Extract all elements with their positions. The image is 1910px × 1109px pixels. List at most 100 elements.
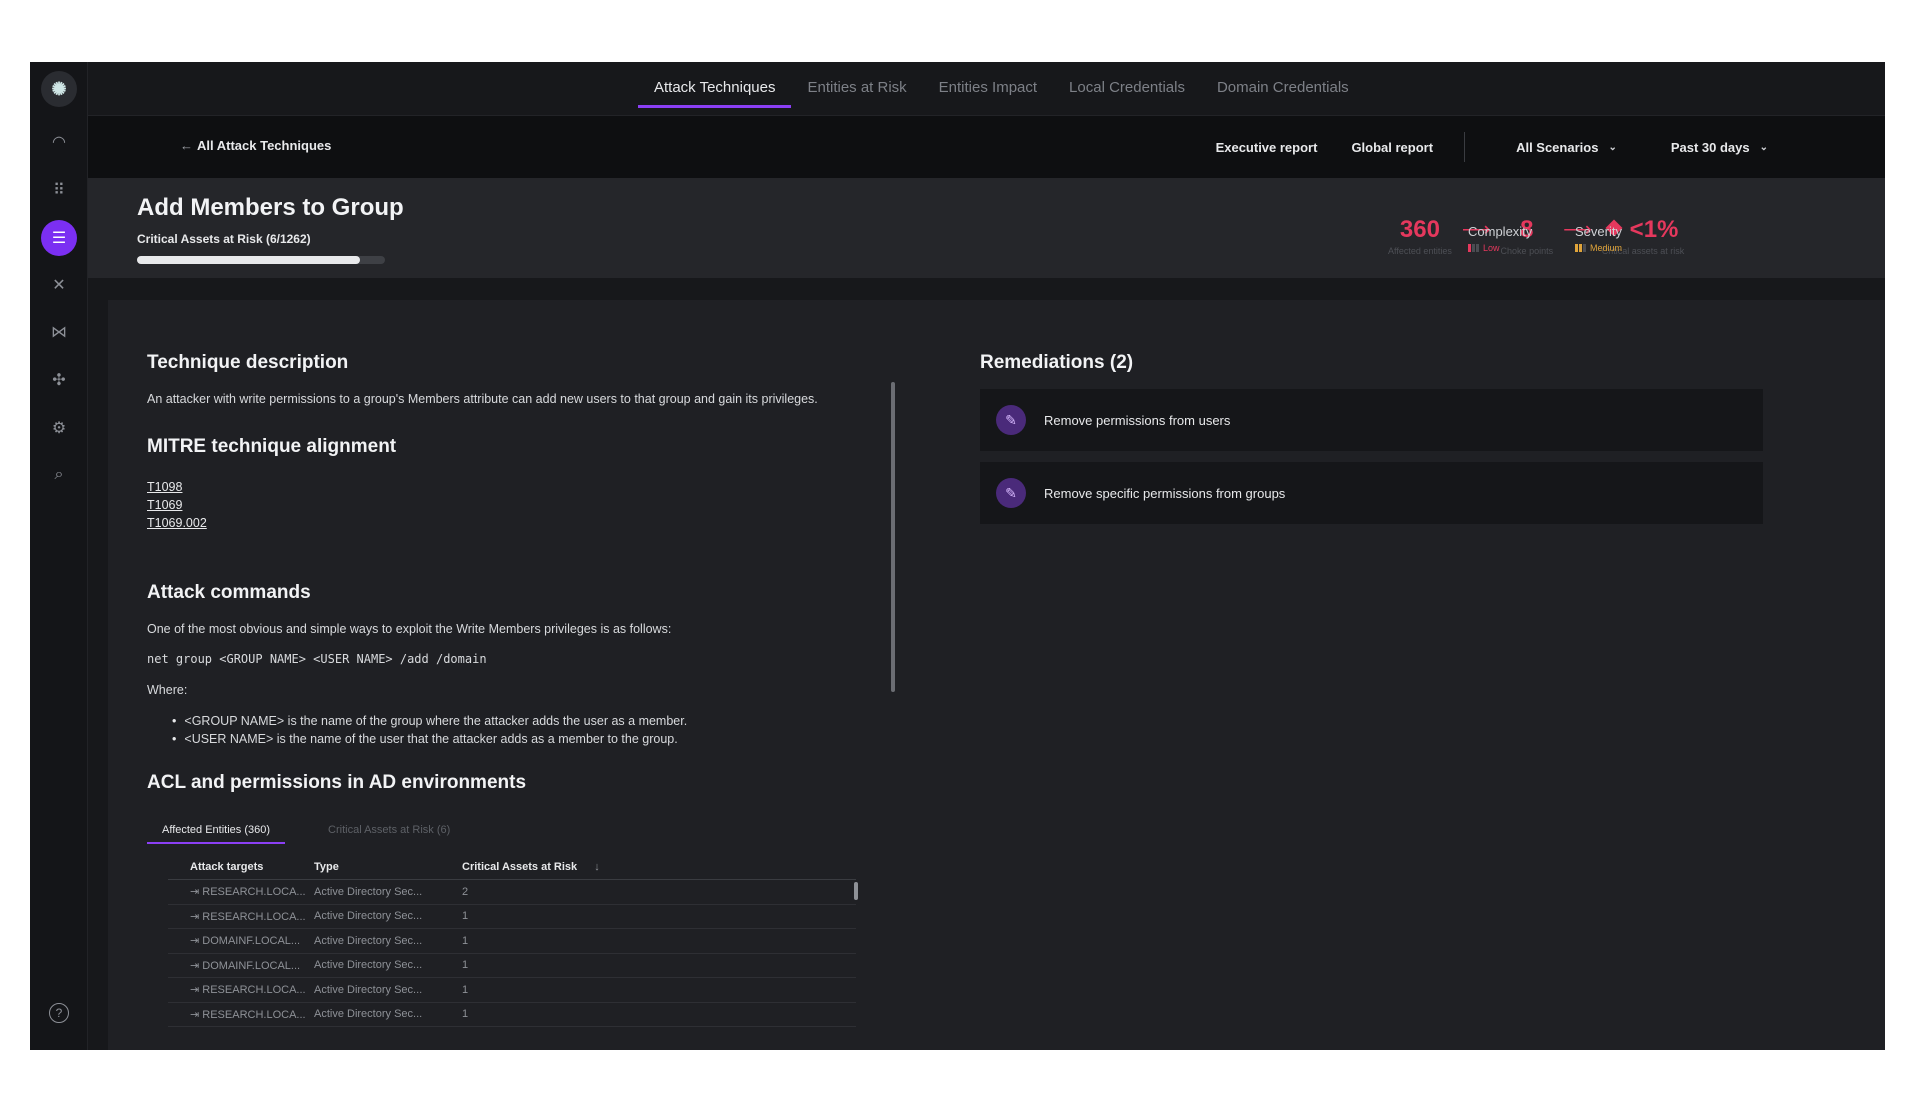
remediation-item[interactable]: ✎ Remove specific permissions from group…	[980, 462, 1763, 524]
table-header: Attack targets Type Critical Assets at R…	[168, 855, 856, 880]
mitre-heading: MITRE technique alignment	[147, 436, 397, 457]
tab-local-credentials[interactable]: Local Credentials	[1053, 62, 1201, 116]
column-header-critical-assets[interactable]: Critical Assets at Risk ↓	[462, 861, 856, 873]
chevron-down-icon: ⌄	[1608, 141, 1617, 153]
settings-icon[interactable]: ⚙	[44, 413, 74, 443]
app-window: ✺ ◠ ⠿ ☰ ✕ ⋈ ✣ ⚙ ⌕ ? Attack Techniques En…	[30, 62, 1885, 1050]
attack-commands-bullets: <GROUP NAME> is the name of the group wh…	[147, 714, 687, 750]
speedometer-icon[interactable]: ◠	[44, 127, 74, 157]
tab-attack-techniques[interactable]: Attack Techniques	[638, 62, 792, 116]
remediation-icon: ✎	[996, 405, 1026, 435]
tab-list: Attack Techniques Entities at Risk Entit…	[638, 62, 1365, 116]
tab-entities-at-risk[interactable]: Entities at Risk	[791, 62, 922, 116]
table-row[interactable]: ⇥ RESEARCH.LOCA... Active Directory Sec..…	[168, 905, 856, 929]
severity-rating: Severity Medium	[1575, 224, 1622, 253]
tab-entities-impact[interactable]: Entities Impact	[923, 62, 1053, 116]
cell-target-text: RESEARCH.LOCA...	[202, 984, 306, 997]
remediation-label: Remove permissions from users	[1044, 412, 1231, 428]
column-header-label: Critical Assets at Risk	[462, 861, 578, 873]
executive-report-button[interactable]: Executive report	[1199, 140, 1335, 155]
back-link-label: All Attack Techniques	[197, 138, 332, 153]
metric-value: 360	[1399, 216, 1440, 243]
remediation-item[interactable]: ✎ Remove permissions from users	[980, 389, 1763, 451]
metric-label: Affected entities	[1388, 246, 1452, 256]
mitre-link[interactable]: T1069.002	[147, 516, 207, 530]
cell-target: ⇥ DOMAINF.LOCAL...	[190, 935, 301, 948]
document-list-icon[interactable]: ☰	[41, 220, 77, 256]
table-row[interactable]: ⇥ RESEARCH.LOCA... Active Directory Sec..…	[168, 978, 856, 1003]
route-icon[interactable]: ⋈	[44, 317, 74, 347]
top-navigation: Attack Techniques Entities at Risk Entit…	[88, 62, 1885, 116]
chevron-down-icon: ⌄	[1759, 141, 1768, 153]
details-scrollbar[interactable]	[891, 382, 895, 692]
table-row[interactable]: ⇥ RESEARCH.LOCA... Active Directory Sec..…	[168, 880, 856, 905]
remediation-icon: ✎	[996, 478, 1026, 508]
complexity-rating: Complexity Low	[1468, 224, 1532, 253]
arrow-left-icon: ←	[180, 138, 193, 153]
grid-icon[interactable]: ⠿	[44, 175, 74, 205]
mitre-link[interactable]: T1069	[147, 498, 182, 512]
divider	[1464, 132, 1466, 162]
cell-target-text: RESEARCH.LOCA...	[202, 1008, 306, 1021]
cell-target-text: RESEARCH.LOCA...	[202, 886, 306, 899]
cell-target: ⇥ RESEARCH.LOCA...	[190, 910, 306, 923]
cell-target: ⇥ RESEARCH.LOCA...	[190, 1008, 306, 1021]
cell-type: Active Directory Sec...	[314, 959, 423, 972]
table-scrollbar[interactable]	[854, 882, 858, 900]
mitre-link[interactable]: T1098	[147, 480, 182, 494]
search-list-icon[interactable]: ⌕	[44, 460, 74, 490]
column-header-type[interactable]: Type	[314, 861, 462, 873]
period-dropdown-label: Past 30 days	[1670, 139, 1750, 155]
attack-commands-heading: Attack commands	[147, 582, 311, 603]
logo-icon: ✺	[51, 78, 67, 99]
complexity-label: Complexity	[1468, 224, 1533, 239]
list-item: <USER NAME> is the name of the user that…	[147, 732, 687, 746]
complexity-value: Low	[1468, 243, 1532, 253]
attack-command-code: net group <GROUP NAME> <USER NAME> /add …	[147, 652, 487, 666]
cell-type: Active Directory Sec...	[314, 1008, 423, 1021]
progress-fill	[137, 256, 361, 264]
period-dropdown[interactable]: Past 30 days ⌄	[1654, 140, 1785, 155]
sidebar: ✺ ◠ ⠿ ☰ ✕ ⋈ ✣ ⚙ ⌕ ?	[30, 62, 88, 1050]
subheader: ← All Attack Techniques Executive report …	[88, 116, 1885, 178]
acl-heading: ACL and permissions in AD environments	[147, 772, 527, 793]
severity-value: Medium	[1575, 243, 1622, 253]
report-toolbar: Executive report Global report All Scena…	[1199, 116, 1785, 178]
metrics-flow: 360 Affected entities ⟶ 8 Choke points ⟶…	[1388, 216, 1684, 256]
target-icon[interactable]: ✣	[44, 365, 74, 395]
cell-type: Active Directory Sec...	[314, 934, 423, 947]
table-row[interactable]: ⇥ DOMAINF.LOCAL... Active Directory Sec..…	[168, 954, 856, 978]
complexity-value-text: Low	[1483, 243, 1500, 253]
metric-affected: 360 Affected entities	[1388, 216, 1452, 256]
cell-type: Active Directory Sec...	[314, 910, 423, 923]
scenarios-dropdown[interactable]: All Scenarios ⌄	[1499, 140, 1634, 155]
global-report-button[interactable]: Global report	[1334, 140, 1450, 155]
cell-count: 2	[462, 885, 469, 898]
tab-critical-assets[interactable]: Critical Assets at Risk (6)	[313, 820, 465, 844]
cell-target-text: RESEARCH.LOCA...	[202, 910, 306, 923]
severity-value-text: Medium	[1590, 243, 1623, 253]
tab-affected-entities[interactable]: Affected Entities (360)	[147, 820, 286, 844]
critical-assets-subtitle: Critical Assets at Risk (6/1262)	[137, 232, 311, 246]
scenarios-dropdown-label: All Scenarios	[1516, 139, 1599, 155]
tab-domain-credentials[interactable]: Domain Credentials	[1201, 62, 1365, 116]
list-item: <GROUP NAME> is the name of the group wh…	[147, 714, 687, 728]
severity-bars-icon	[1575, 244, 1586, 252]
technique-details-panel: Technique description An attacker with w…	[108, 300, 1885, 1050]
details-column[interactable]: Technique description An attacker with w…	[108, 300, 898, 1050]
cell-count: 1	[462, 983, 469, 996]
sort-arrow-icon[interactable]: ↓	[594, 861, 600, 873]
app-logo[interactable]: ✺	[41, 71, 77, 107]
back-link[interactable]: ← All Attack Techniques	[180, 138, 331, 153]
cell-type: Active Directory Sec...	[314, 885, 423, 898]
column-header-attack-targets[interactable]: Attack targets	[168, 861, 314, 873]
cell-target-text: DOMAINF.LOCAL...	[202, 935, 301, 948]
table-row[interactable]: ⇥ RESEARCH.LOCA... Active Directory Sec..…	[168, 1003, 856, 1027]
table-row[interactable]: ⇥ DOMAINF.LOCAL... Active Directory Sec..…	[168, 929, 856, 954]
progress-bar	[137, 256, 385, 264]
help-icon[interactable]: ?	[49, 1003, 69, 1023]
cell-count: 1	[462, 934, 469, 947]
where-label: Where:	[147, 683, 188, 697]
page-title: Add Members to Group	[137, 194, 404, 221]
shuffle-icon[interactable]: ✕	[44, 270, 74, 300]
